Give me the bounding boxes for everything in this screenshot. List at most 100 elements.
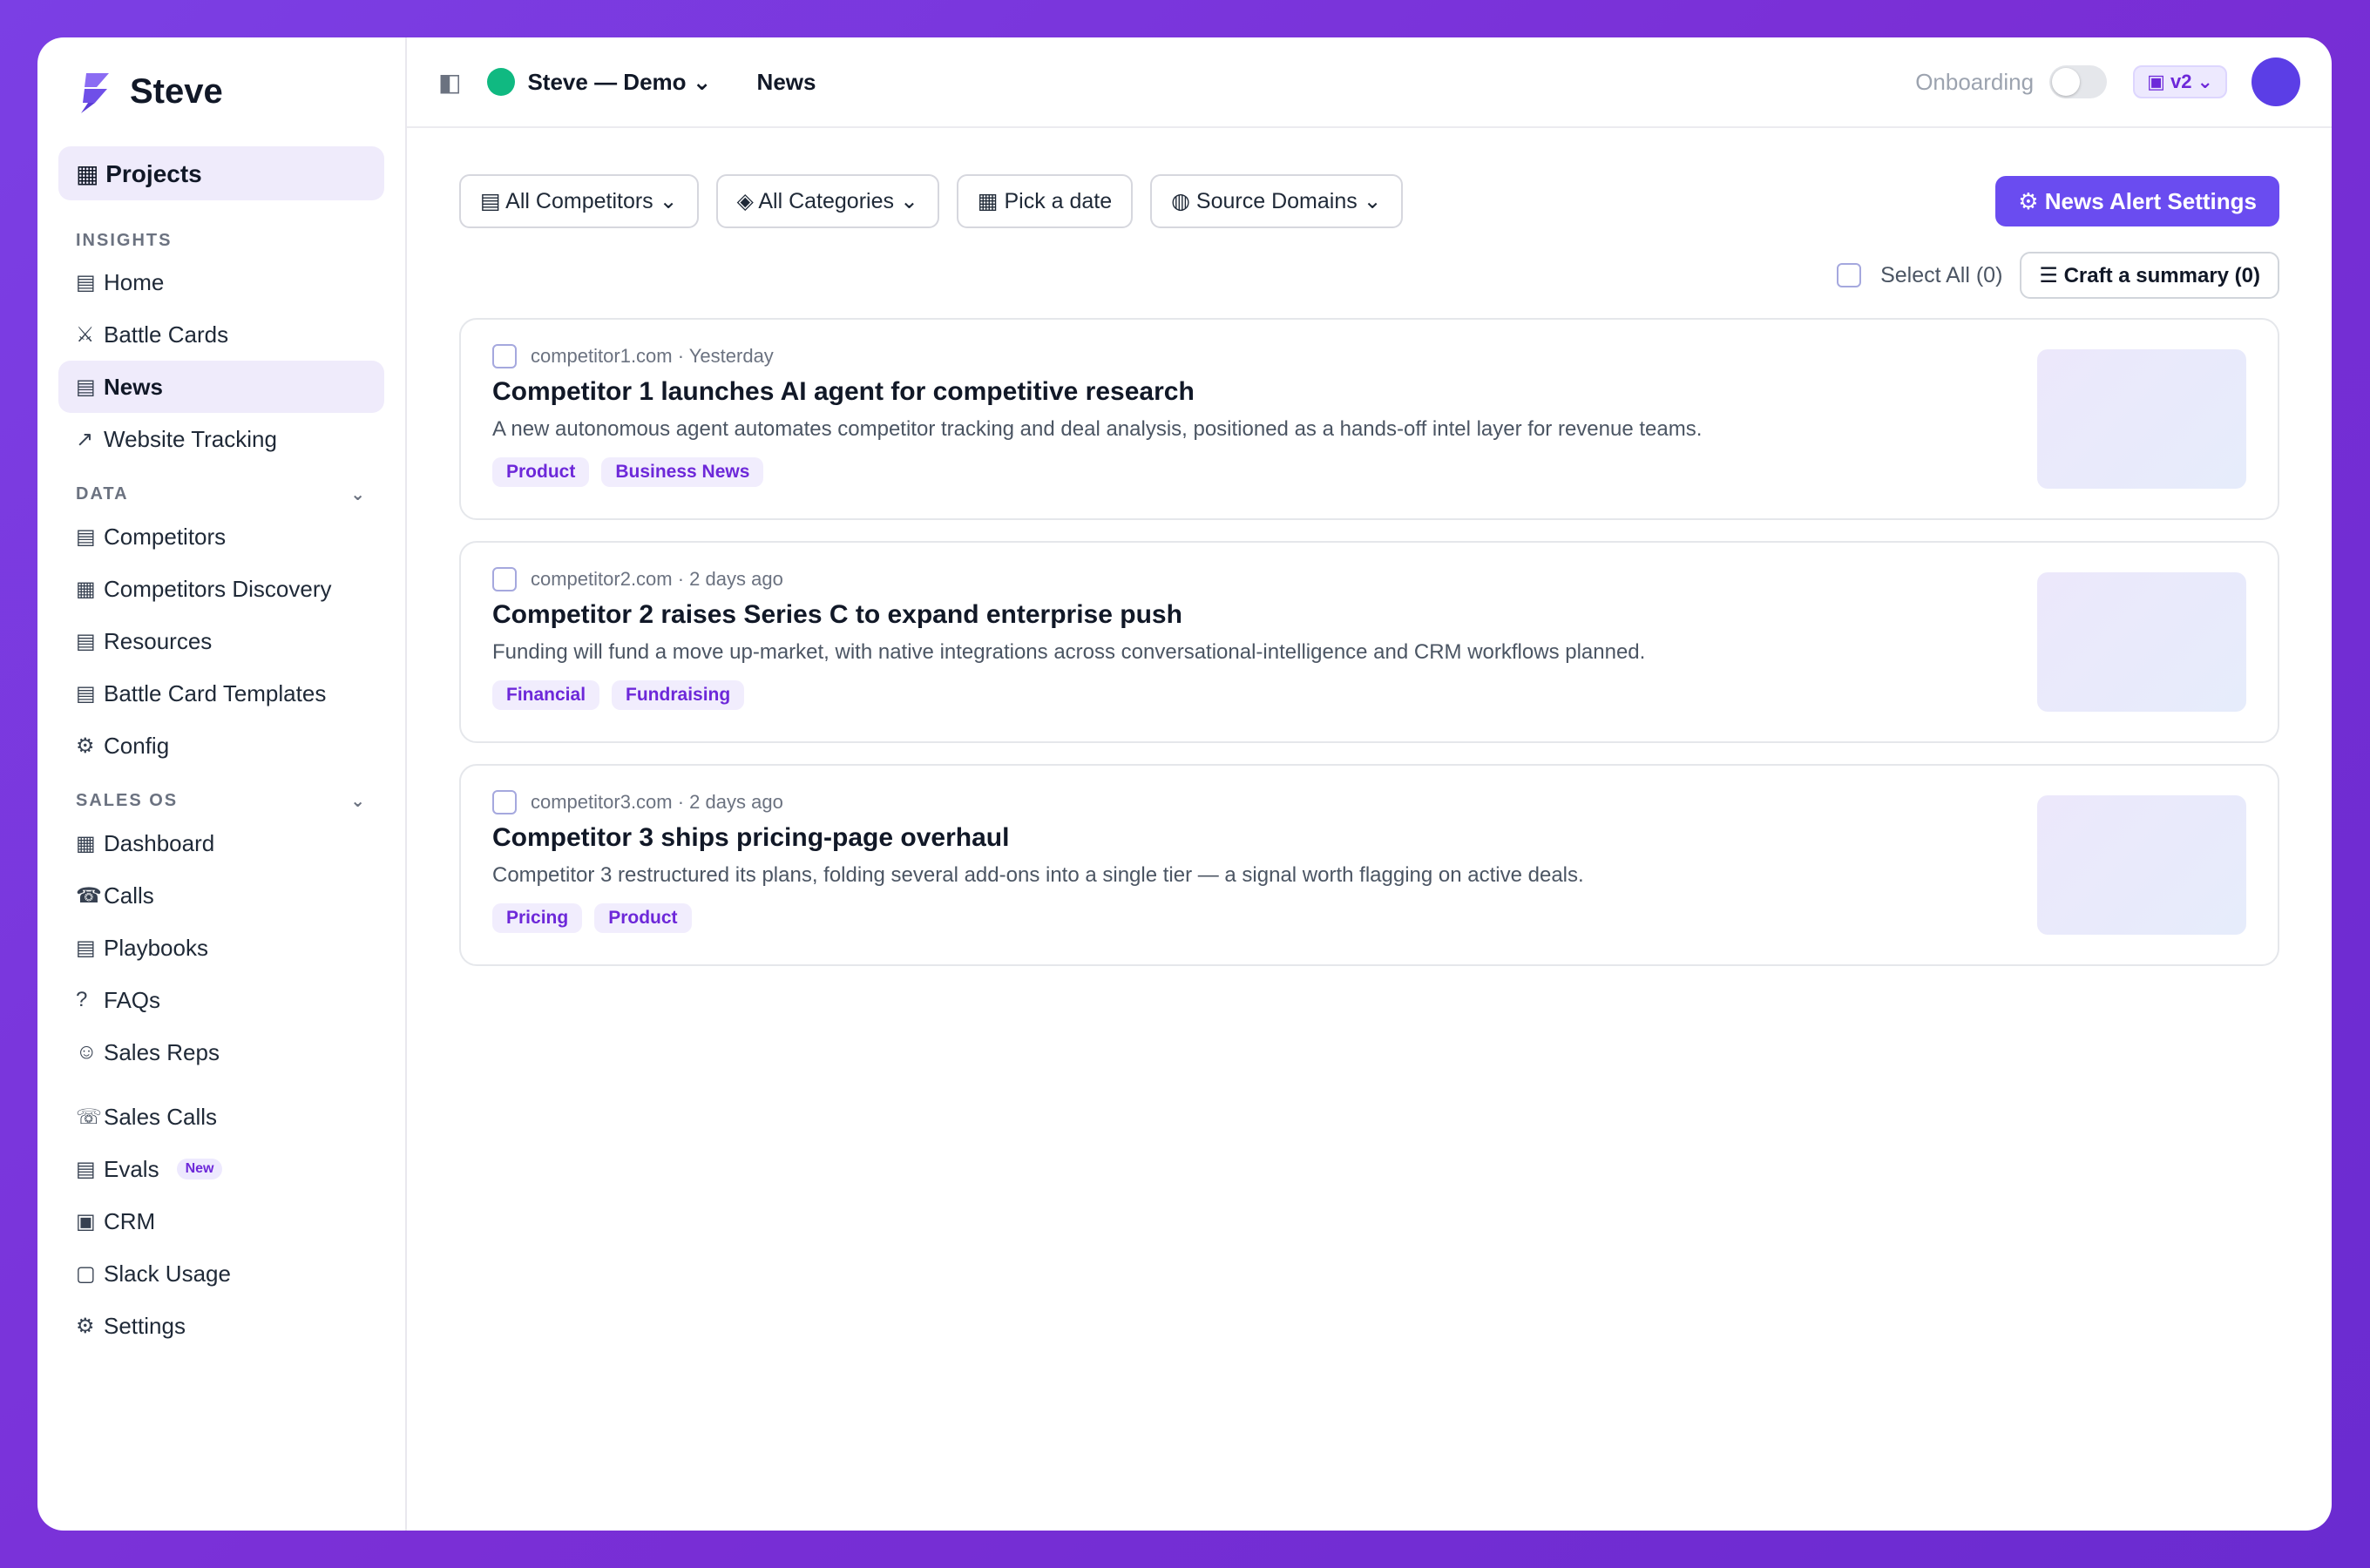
news-tags: Product Business News: [492, 457, 2246, 487]
sidebar-item-label: Evals: [104, 1155, 159, 1182]
news-description: Competitor 3 restructured its plans, fol…: [492, 863, 1584, 887]
brand[interactable]: Steve: [58, 37, 384, 146]
news-thumbnail: [2037, 572, 2246, 712]
sidebar-item-battle-card-templates[interactable]: ▤ Battle Card Templates: [58, 667, 384, 720]
swords-icon: ⚔: [76, 322, 95, 347]
section-sales-os-label: SALES OS: [76, 790, 179, 810]
grid-icon: ▦: [76, 831, 96, 855]
topbar: ◧ Steve — Demo ⌄ News Onboarding ▣ v2 ⌄: [407, 37, 2332, 128]
selection-bar: Select All (0) ☰ Craft a summary (0): [1837, 252, 2279, 299]
sidebar-item-faqs[interactable]: ? FAQs: [58, 974, 384, 1026]
tag: Fundraising: [612, 680, 745, 710]
database-icon: ▣: [76, 1209, 96, 1233]
sidebar-item-label: Calls: [104, 882, 154, 909]
section-sales-os[interactable]: SALES OS ⌄: [58, 787, 384, 814]
news-tags: Pricing Product: [492, 903, 2246, 933]
news-alert-settings-button[interactable]: ⚙ News Alert Settings: [1995, 176, 2279, 226]
sidebar-item-slack-usage[interactable]: ▢ Slack Usage: [58, 1247, 384, 1300]
sidebar-item-label: Config: [104, 732, 170, 759]
sidebar-item-home[interactable]: ▤ Home: [58, 256, 384, 308]
sidebar-item-label: Competitors Discovery: [104, 575, 332, 602]
list-icon: ▤: [76, 681, 96, 706]
sidebar-item-calls[interactable]: ☎ Calls: [58, 869, 384, 922]
news-checkbox[interactable]: [492, 567, 517, 591]
sidebar-item-label: Competitors: [104, 523, 227, 550]
projects-button[interactable]: ▦ Projects: [58, 146, 384, 200]
competitor-filter[interactable]: ▤ All Competitors ⌄: [459, 174, 699, 228]
news-title[interactable]: Competitor 1 launches AI agent for compe…: [492, 377, 2246, 407]
section-insights: INSIGHTS: [58, 230, 384, 251]
avatar[interactable]: [2252, 57, 2300, 106]
sidebar-item-label: Battle Card Templates: [104, 679, 327, 706]
sidebar-item-label: Sales Reps: [104, 1038, 220, 1065]
select-all-label: Select All (0): [1880, 262, 2003, 287]
sidebar-item-playbooks[interactable]: ▤ Playbooks: [58, 922, 384, 974]
sidebar-item-label: Playbooks: [104, 934, 208, 961]
sidebar-item-battle-cards[interactable]: ⚔ Battle Cards: [58, 308, 384, 361]
other-list: ☏ Sales Calls ▤ Evals New ▣ CRM ▢ Slack …: [58, 1091, 384, 1352]
square-icon: ▢: [76, 1261, 96, 1286]
list-icon: ▤: [76, 270, 96, 294]
sidebar-item-crm[interactable]: ▣ CRM: [58, 1195, 384, 1247]
news-checkbox[interactable]: [492, 790, 517, 814]
project-status-dot: [487, 68, 516, 96]
news-thumbnail: [2037, 349, 2246, 489]
sidebar-item-label: News: [104, 373, 163, 400]
chevron-down-icon: ⌄: [350, 484, 367, 504]
tag: Product: [594, 903, 692, 933]
onboarding-label: Onboarding: [1915, 68, 2035, 95]
sidebar-item-settings[interactable]: ⚙ Settings: [58, 1300, 384, 1352]
topbar-right: Onboarding ▣ v2 ⌄: [1915, 57, 2300, 106]
news-card[interactable]: competitor1.com · Yesterday Competitor 1…: [459, 318, 2279, 520]
sidebar-item-competitors-discovery[interactable]: ▦ Competitors Discovery: [58, 563, 384, 615]
news-source: competitor2.com · 2 days ago: [531, 568, 783, 590]
news-card[interactable]: competitor2.com · 2 days ago Competitor …: [459, 541, 2279, 743]
news-tags: Financial Fundraising: [492, 680, 2246, 710]
main-content: ◧ Steve — Demo ⌄ News Onboarding ▣ v2 ⌄ …: [407, 37, 2332, 1531]
sidebar-item-news[interactable]: ▤ News: [58, 361, 384, 413]
list-icon: ▤: [76, 524, 96, 549]
news-title[interactable]: Competitor 2 raises Series C to expand e…: [492, 600, 2246, 630]
section-insights-label: INSIGHTS: [76, 230, 173, 250]
tag: Pricing: [492, 903, 583, 933]
new-badge: New: [176, 1159, 223, 1179]
sales-os-list: ▦ Dashboard ☎ Calls ▤ Playbooks ? FAQs ☺…: [58, 817, 384, 1078]
sidebar-item-competitors[interactable]: ▤ Competitors: [58, 510, 384, 563]
news-thumbnail: [2037, 795, 2246, 935]
category-filter[interactable]: ◈ All Categories ⌄: [715, 174, 939, 228]
list-icon: ▤: [76, 936, 96, 960]
sidebar-item-website-tracking[interactable]: ↗ Website Tracking: [58, 413, 384, 465]
select-all-checkbox[interactable]: [1837, 263, 1862, 287]
tag: Business News: [601, 457, 764, 487]
sidebar-item-evals[interactable]: ▤ Evals New: [58, 1143, 384, 1195]
sidebar-toggle-icon[interactable]: ◧: [438, 68, 461, 97]
list-icon: ▤: [76, 629, 96, 653]
tag: Financial: [492, 680, 600, 710]
source-domain-filter[interactable]: ◍ Source Domains ⌄: [1150, 174, 1403, 228]
sidebar-item-dashboard[interactable]: ▦ Dashboard: [58, 817, 384, 869]
sidebar-item-resources[interactable]: ▤ Resources: [58, 615, 384, 667]
section-data[interactable]: DATA ⌄: [58, 481, 384, 507]
newspaper-icon: ▤: [76, 375, 96, 399]
news-description: A new autonomous agent automates competi…: [492, 417, 1703, 441]
sidebar-item-sales-reps[interactable]: ☺ Sales Reps: [58, 1026, 384, 1078]
news-description: Funding will fund a move up-market, with…: [492, 640, 1646, 664]
person-icon: ☺: [76, 1040, 98, 1064]
brand-name: Steve: [130, 72, 223, 111]
filter-bar: ▤ All Competitors ⌄ ◈ All Categories ⌄ ▦…: [459, 174, 2279, 228]
news-checkbox[interactable]: [492, 344, 517, 368]
list-icon: ▤: [76, 1157, 96, 1181]
sidebar-item-label: CRM: [104, 1207, 156, 1234]
news-title[interactable]: Competitor 3 ships pricing-page overhaul: [492, 823, 2246, 853]
craft-summary-button[interactable]: ☰ Craft a summary (0): [2020, 252, 2279, 299]
sidebar-item-config[interactable]: ⚙ Config: [58, 720, 384, 772]
news-card[interactable]: competitor3.com · 2 days ago Competitor …: [459, 764, 2279, 966]
sidebar-item-sales-calls[interactable]: ☏ Sales Calls: [58, 1091, 384, 1143]
question-icon: ?: [76, 988, 88, 1011]
onboarding-toggle[interactable]: [2049, 65, 2108, 98]
date-picker[interactable]: ▦ Pick a date: [956, 174, 1134, 228]
grid-icon: ▦: [76, 577, 96, 601]
insights-list: ▤ Home ⚔ Battle Cards ▤ News ↗ Website T…: [58, 256, 384, 465]
project-switcher[interactable]: Steve — Demo ⌄: [527, 69, 711, 96]
version-switcher[interactable]: ▣ v2 ⌄: [2133, 65, 2227, 98]
